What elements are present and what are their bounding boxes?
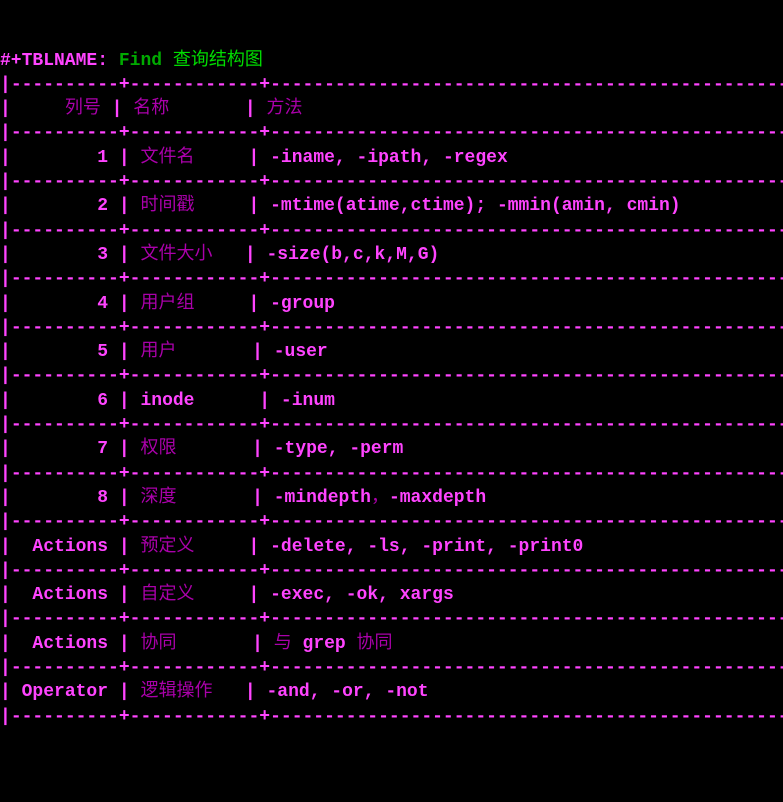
terminal-output: #+TBLNAME: Find 查询结构图 |----------+------…: [0, 49, 783, 729]
